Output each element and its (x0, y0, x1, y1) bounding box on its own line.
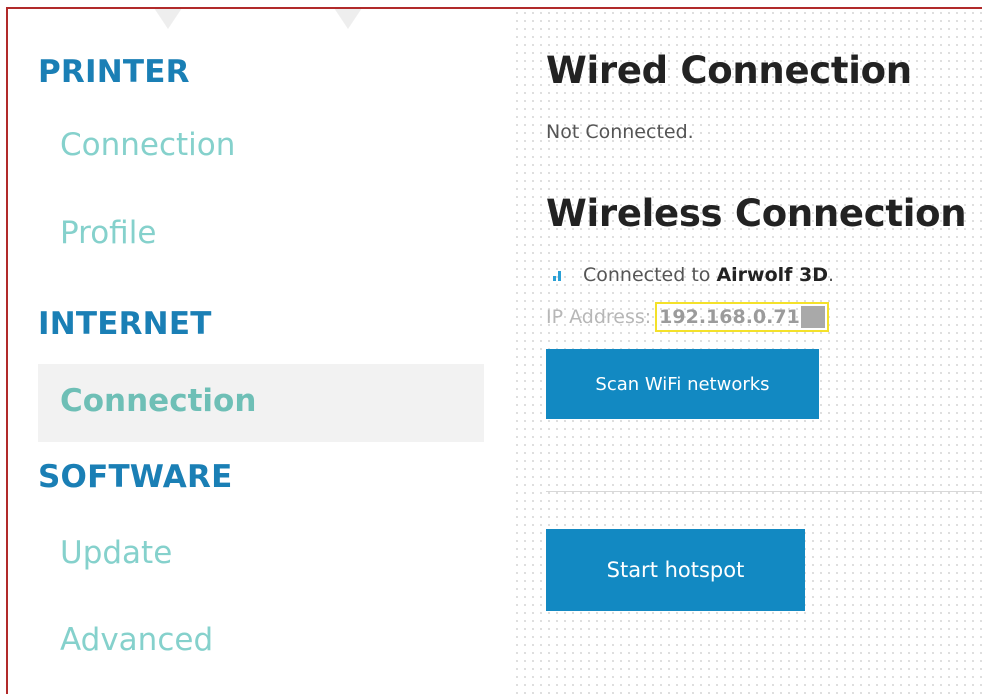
wireless-status-line: Connected to Airwolf 3D . (553, 264, 834, 286)
section-divider (546, 491, 982, 492)
wired-connection-title: Wired Connection (546, 49, 912, 92)
sidebar: PRINTER Connection Profile INTERNET Conn… (8, 9, 508, 694)
sidebar-item-internet-connection[interactable]: Connection (60, 383, 256, 419)
sidebar-item-printer-profile[interactable]: Profile (60, 215, 156, 251)
section-heading-software: SOFTWARE (38, 459, 233, 495)
wireless-connection-title: Wireless Connection (546, 192, 967, 235)
start-hotspot-button[interactable]: Start hotspot (546, 529, 805, 611)
section-heading-printer: PRINTER (38, 54, 190, 90)
sidebar-item-update[interactable]: Update (60, 535, 172, 571)
section-heading-internet: INTERNET (38, 306, 212, 342)
ip-address-label: IP Address: (546, 306, 652, 328)
wifi-signal-icon (553, 269, 565, 281)
wired-connection-status: Not Connected. (546, 121, 694, 143)
connected-prefix: Connected to (583, 264, 711, 286)
ip-address-value: 192.168.0.71 (659, 306, 800, 328)
sidebar-item-printer-connection[interactable]: Connection (60, 127, 235, 163)
main-panel: Wired Connection Not Connected. Wireless… (513, 9, 982, 694)
scan-wifi-button[interactable]: Scan WiFi networks (546, 349, 819, 419)
connected-suffix: . (828, 264, 835, 286)
redaction-block (800, 306, 825, 328)
ip-address-line: IP Address: 192.168.0.71 (546, 302, 829, 332)
sidebar-item-advanced[interactable]: Advanced (60, 622, 213, 658)
ip-address-highlight: 192.168.0.71 (655, 302, 829, 332)
network-name: Airwolf 3D (716, 264, 829, 286)
settings-window: PRINTER Connection Profile INTERNET Conn… (6, 7, 982, 694)
